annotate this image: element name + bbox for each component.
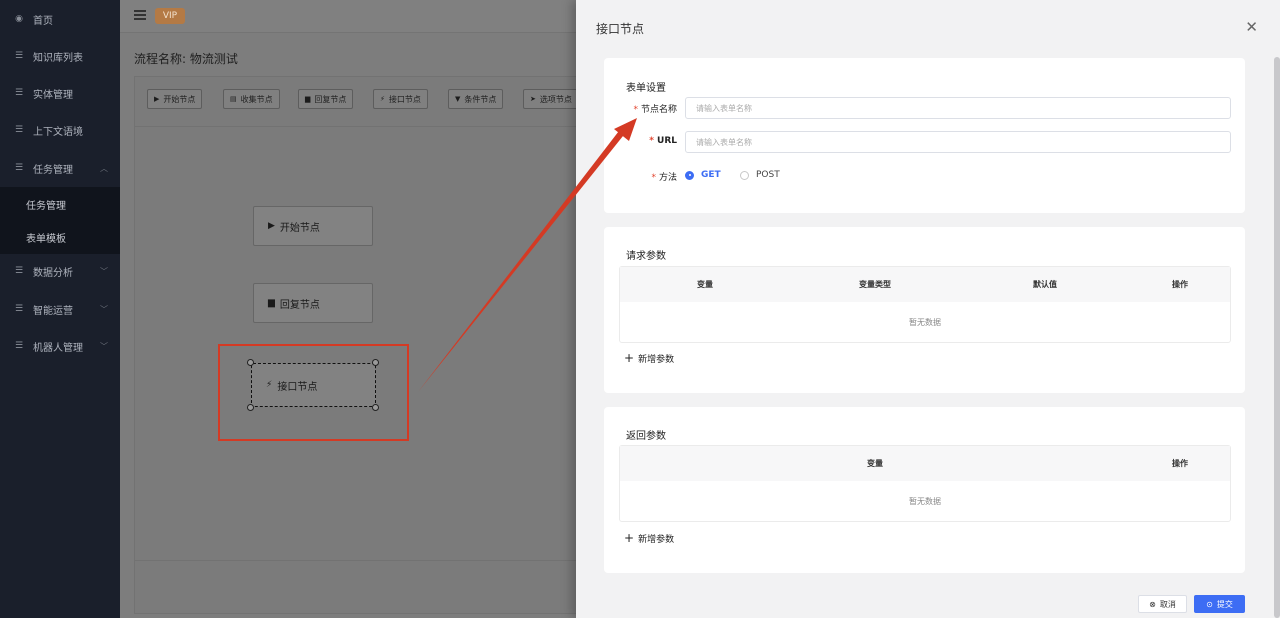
request-params-card: 请求参数 变量 变量类型 默认值 操作 暂无数据 + 新增参数 (604, 227, 1245, 393)
section-title: 返回参数 (626, 431, 666, 442)
toolbar-option-node-button[interactable]: ➤ 选项节点 (523, 89, 579, 109)
cancel-circle-icon: ⊗ (1149, 599, 1156, 609)
node-name-label: * 节点名称 (633, 105, 677, 115)
column-header: 默认值 (1033, 280, 1057, 289)
toolbar-condition-node-button[interactable]: ▼ 条件节点 (448, 89, 504, 109)
drawer-title: 接口节点 (596, 22, 645, 36)
column-header: 变量 (697, 280, 713, 289)
radio-checked-icon (685, 170, 694, 180)
vip-badge: VIP (155, 8, 185, 24)
canvas-divider (134, 560, 584, 561)
empty-state: 暂无数据 (909, 317, 941, 327)
add-response-param-button[interactable]: + 新增参数 (624, 531, 674, 545)
sidebar-subitem-task-manage[interactable]: 任务管理 (0, 187, 120, 221)
check-circle-icon: ⊙ (1206, 599, 1213, 609)
request-params-table: 变量 变量类型 默认值 操作 暂无数据 (619, 266, 1231, 343)
radio-unchecked-icon (740, 170, 749, 180)
chevron-down-icon: ﹀ (100, 266, 108, 276)
section-title: 请求参数 (626, 251, 666, 262)
annotation-highlight-box (218, 344, 409, 441)
dashboard-icon: ◉ (15, 14, 23, 24)
table-header: 变量 变量类型 默认值 操作 (620, 267, 1230, 302)
sidebar-item-label: 任务管理 (33, 164, 73, 176)
menu-fold-icon[interactable] (134, 10, 146, 22)
plus-icon: + (624, 351, 635, 365)
empty-state: 暂无数据 (909, 496, 941, 506)
column-header: 操作 (1172, 459, 1188, 468)
toolbar-start-node-button[interactable]: ▶ 开始节点 (147, 89, 203, 109)
sidebar-item-task[interactable]: ☰ 任务管理 ︿ (0, 150, 120, 186)
sidebar-item-label: 首页 (33, 15, 53, 27)
response-params-card: 返回参数 变量 操作 暂无数据 + 新增参数 (604, 407, 1245, 573)
list-icon: ☰ (14, 88, 24, 98)
drawer-scrollbar[interactable] (1274, 57, 1280, 618)
sidebar-item-label: 实体管理 (33, 89, 73, 101)
chevron-down-icon: ﹀ (100, 341, 108, 351)
play-icon: ▶ (154, 95, 160, 103)
method-label: * 方法 (651, 173, 677, 183)
sidebar-item-label: 机器人管理 (33, 342, 83, 354)
sidebar-item-knowledge-base[interactable]: ☰ 知识库列表 (0, 38, 120, 74)
sidebar: ◉ 首页 ☰ 知识库列表 ☰ 实体管理 ☰ 上下文语境 ☰ 任务管理 ︿ 任务管… (0, 0, 120, 618)
chevron-down-icon: ﹀ (100, 304, 108, 314)
sidebar-item-label: 知识库列表 (33, 52, 83, 64)
message-icon: ▆ (268, 298, 275, 308)
url-input[interactable]: 请输入表单名称 (685, 131, 1231, 153)
cancel-button[interactable]: ⊗ 取消 (1138, 595, 1187, 613)
sidebar-item-label: 数据分析 (33, 267, 73, 279)
section-title: 表单设置 (626, 83, 666, 94)
message-icon: ▆ (305, 95, 311, 103)
sidebar-item-context[interactable]: ☰ 上下文语境 (0, 112, 120, 148)
sidebar-item-label: 表单模板 (26, 233, 66, 245)
toolbar-collect-node-button[interactable]: ▤ 收集节点 (223, 89, 280, 109)
play-icon: ▶ (268, 221, 275, 231)
api-node-drawer: 接口节点 ✕ 表单设置 * 节点名称 请输入表单名称 * URL 请输入表单名称 *… (576, 0, 1280, 618)
filter-icon: ▼ (455, 95, 461, 103)
sidebar-item-analytics[interactable]: ☰ 数据分析 ﹀ (0, 253, 120, 289)
node-toolbar: ▶ 开始节点 ▤ 收集节点 ▆ 回复节点 ⚡ 接口节点 ▼ 条件节点 ➤ 选项节点 (135, 77, 585, 127)
sidebar-item-home[interactable]: ◉ 首页 (0, 1, 120, 37)
submit-button[interactable]: ⊙ 提交 (1194, 595, 1245, 613)
node-name-input[interactable]: 请输入表单名称 (685, 97, 1231, 119)
doc-icon: ▤ (230, 95, 237, 103)
sidebar-item-entity[interactable]: ☰ 实体管理 (0, 75, 120, 111)
sidebar-item-label: 上下文语境 (33, 126, 83, 138)
column-header: 变量 (867, 459, 883, 468)
plug-icon: ⚡ (380, 95, 385, 103)
plus-icon: + (624, 531, 635, 545)
list-icon: ☰ (14, 51, 24, 61)
sidebar-item-label: 智能运营 (33, 305, 73, 317)
add-request-param-button[interactable]: + 新增参数 (624, 351, 674, 365)
top-bar: VIP (120, 0, 576, 33)
cursor-icon: ➤ (530, 95, 536, 103)
column-header: 变量类型 (859, 280, 891, 289)
toolbar-api-node-button[interactable]: ⚡ 接口节点 (373, 89, 428, 109)
form-settings-card: 表单设置 * 节点名称 请输入表单名称 * URL 请输入表单名称 * 方法 GET … (604, 58, 1245, 213)
list-icon: ☰ (14, 163, 24, 173)
url-label: * URL (649, 136, 677, 146)
flow-node-reply[interactable]: ▆ 回复节点 (253, 283, 373, 323)
sidebar-item-label: 任务管理 (26, 200, 66, 212)
chevron-up-icon: ︿ (100, 163, 108, 173)
list-icon: ☰ (14, 304, 24, 314)
sidebar-subitem-form-template[interactable]: 表单模板 (0, 220, 120, 254)
method-radio-get[interactable]: GET (685, 170, 721, 180)
response-params-table: 变量 操作 暂无数据 (619, 445, 1231, 522)
column-header: 操作 (1172, 280, 1188, 289)
sidebar-item-operations[interactable]: ☰ 智能运营 ﹀ (0, 291, 120, 327)
sidebar-item-robot[interactable]: ☰ 机器人管理 ﹀ (0, 328, 120, 364)
table-header: 变量 操作 (620, 446, 1230, 481)
list-icon: ☰ (14, 125, 24, 135)
flow-node-start[interactable]: ▶ 开始节点 (253, 206, 373, 246)
close-icon[interactable]: ✕ (1245, 18, 1258, 36)
list-icon: ☰ (14, 341, 24, 351)
flow-title: 流程名称: 物流测试 (134, 52, 238, 66)
toolbar-reply-node-button[interactable]: ▆ 回复节点 (298, 89, 354, 109)
method-radio-post[interactable]: POST (740, 170, 780, 180)
list-icon: ☰ (14, 266, 24, 276)
